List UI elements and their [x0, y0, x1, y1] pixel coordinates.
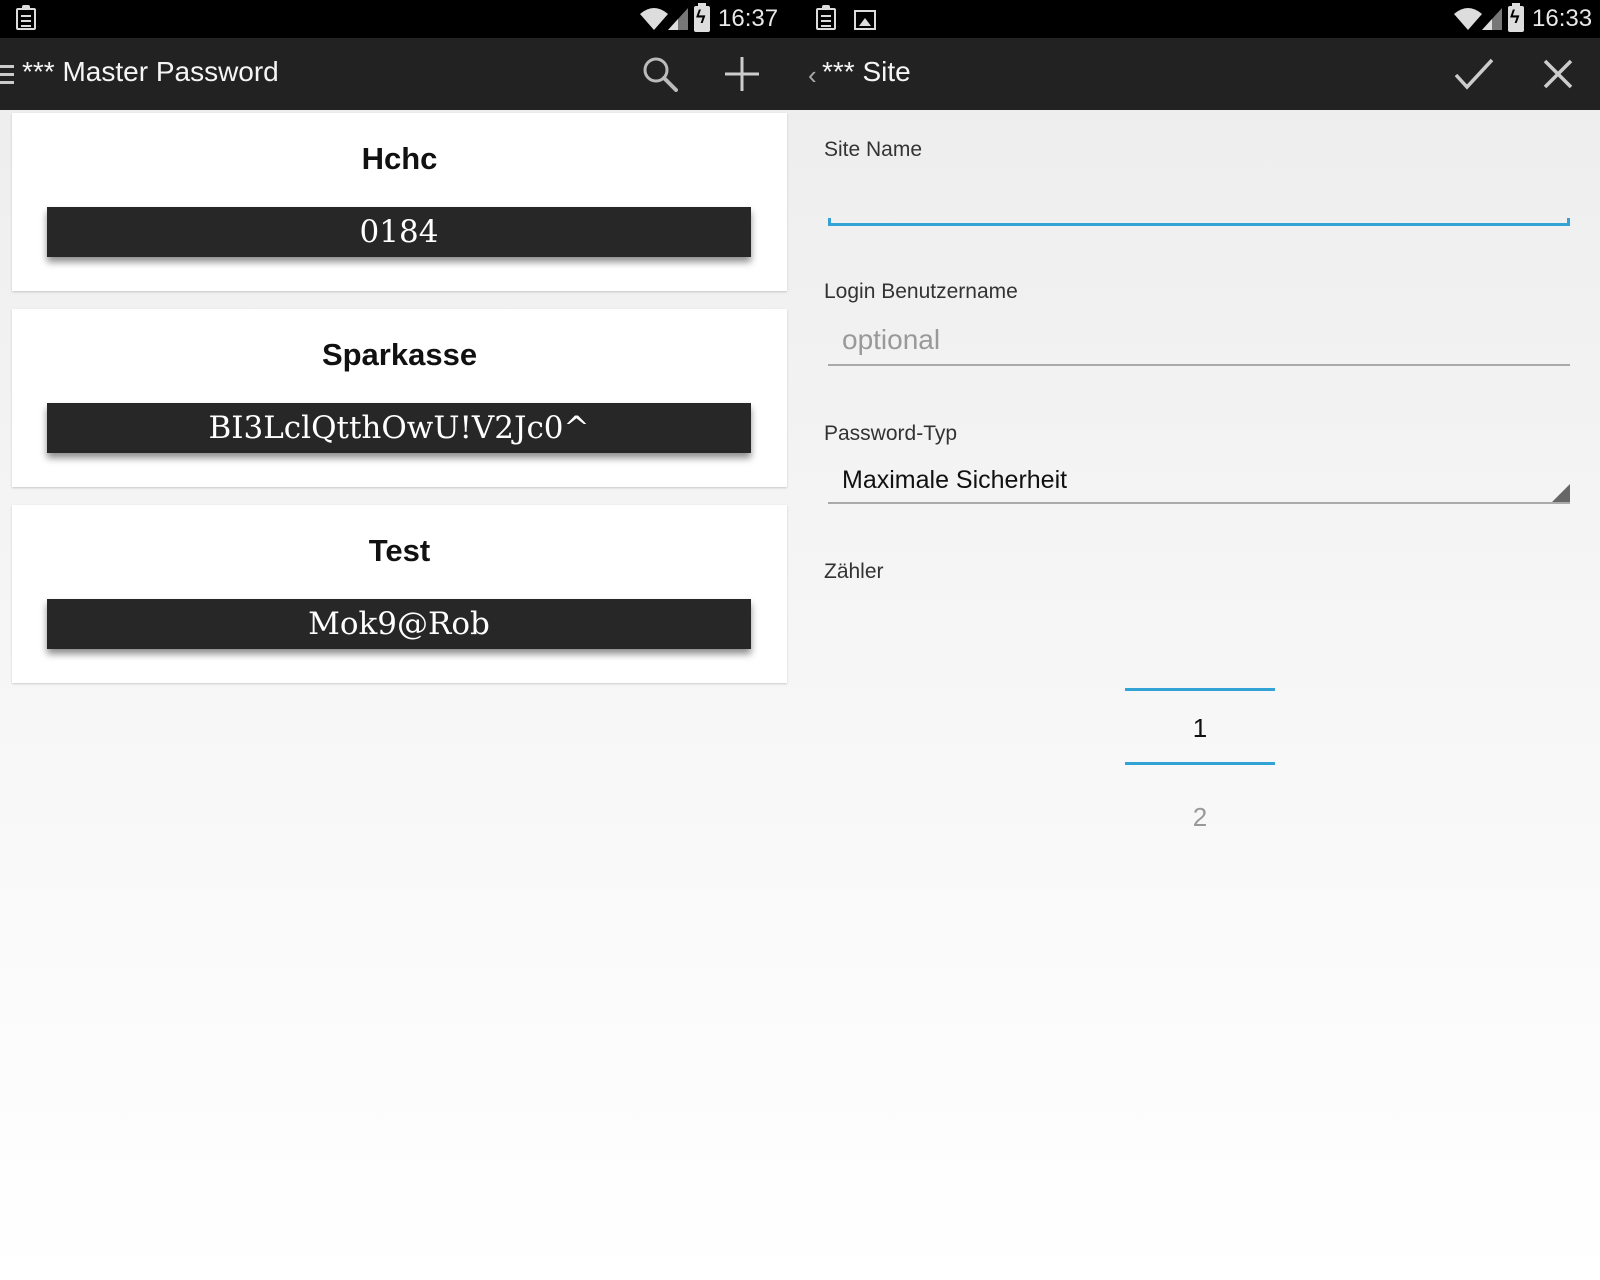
site-name: Test [368, 533, 431, 568]
checkmark-icon [1454, 58, 1494, 90]
counter-next-value[interactable]: 2 [1125, 802, 1275, 833]
login-username-label: Login Benutzername [824, 280, 1018, 303]
site-card[interactable]: Sparkasse BI3LclQtthOwU!V2Jc0^ [12, 309, 787, 487]
counter-number-picker[interactable]: 1 2 [1125, 688, 1275, 848]
back-chevron-icon[interactable]: ‹ [808, 60, 817, 91]
clipboard-notification-icon [816, 5, 836, 30]
cell-signal-icon [1482, 8, 1502, 30]
password-type-label: Password-Typ [824, 422, 958, 445]
battery-charging-icon [1508, 3, 1524, 32]
clipboard-notification-icon [16, 5, 36, 30]
status-time: 16:33 [1532, 5, 1593, 32]
plus-icon [725, 57, 759, 91]
battery-charging-icon [694, 3, 710, 32]
wifi-icon [1454, 8, 1482, 30]
site-name-label: Site Name [824, 138, 923, 161]
site-password[interactable]: BI3LclQtthOwU!V2Jc0^ [47, 403, 751, 453]
password-type-dropdown[interactable]: Maximale Sicherheit [828, 458, 1570, 504]
save-button[interactable] [1452, 52, 1496, 96]
add-site-button[interactable] [720, 52, 764, 96]
dropdown-triangle-icon [1552, 484, 1570, 502]
status-bar: 16:33 [800, 0, 1600, 38]
site-password[interactable]: Mok9@Rob [47, 599, 751, 649]
cell-signal-icon [668, 8, 688, 30]
status-time: 16:37 [718, 5, 779, 32]
login-username-input[interactable]: optional [828, 316, 1570, 366]
action-bar: ‹ *** Site [800, 38, 1600, 110]
site-name: Sparkasse [321, 337, 478, 372]
site-card[interactable]: Test Mok9@Rob [12, 505, 787, 683]
screen-title: *** Site [822, 56, 911, 87]
site-edit-screen: 16:33 ‹ *** Site Site Name Login Benutze… [800, 0, 1600, 1280]
app-title: *** Master Password [22, 56, 279, 87]
login-username-placeholder: optional [842, 324, 941, 355]
counter-label: Zähler [824, 560, 884, 583]
search-button[interactable] [638, 52, 682, 96]
cancel-button[interactable] [1536, 52, 1580, 96]
site-name-input[interactable] [828, 176, 1570, 226]
action-bar: *** Master Password [0, 38, 800, 110]
search-icon [643, 57, 678, 92]
close-icon [1543, 59, 1573, 89]
counter-selected-value: 1 [1192, 713, 1208, 743]
site-card[interactable]: Hchc 0184 [12, 113, 787, 291]
password-type-value: Maximale Sicherheit [842, 466, 1068, 494]
wifi-icon [640, 8, 668, 30]
site-name: Hchc [361, 141, 438, 176]
site-list-screen: 16:37 *** Master Password Hchc 0184 Spar… [0, 0, 800, 1280]
image-notification-icon [854, 10, 876, 30]
status-bar: 16:37 [0, 0, 800, 38]
site-password[interactable]: 0184 [47, 207, 751, 257]
drawer-menu-icon[interactable] [0, 65, 14, 85]
